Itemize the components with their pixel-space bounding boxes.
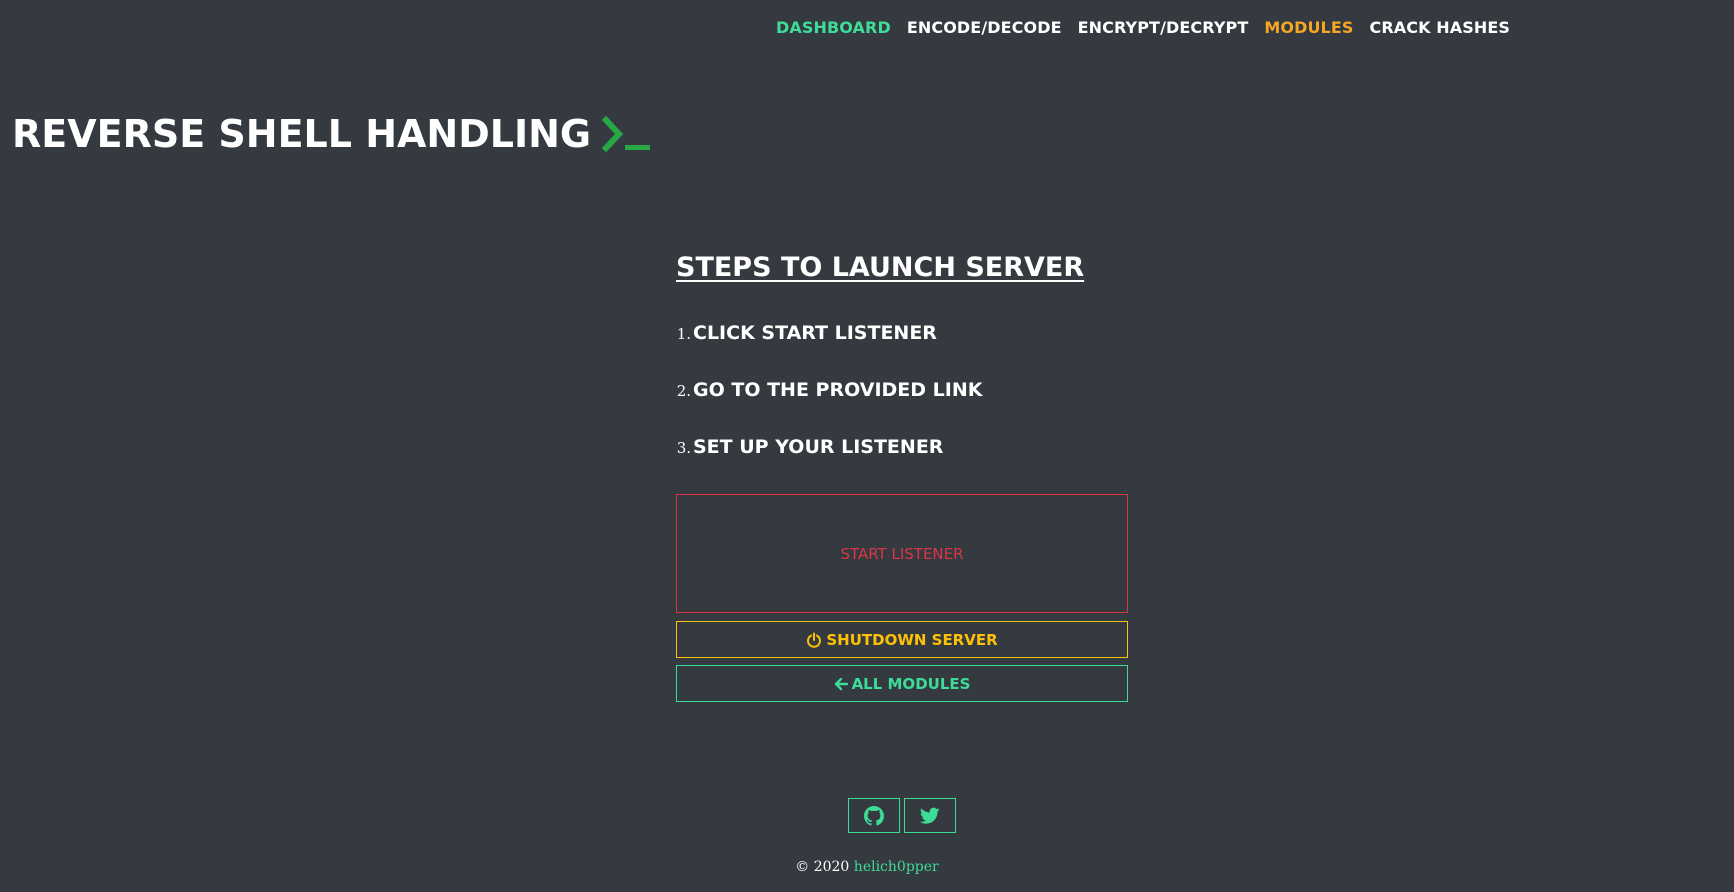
social-links	[848, 798, 956, 833]
page-title: REVERSE SHELL HANDLING	[12, 112, 655, 156]
footer-copyright: © 2020	[795, 859, 850, 875]
arrow-left-icon	[834, 677, 848, 690]
nav-encrypt-decrypt[interactable]: ENCRYPT/DECRYPT	[1078, 18, 1249, 37]
step-number: 2.	[676, 382, 691, 400]
nav-dashboard[interactable]: DASHBOARD	[776, 18, 891, 37]
all-modules-label: ALL MODULES	[851, 674, 971, 693]
github-button[interactable]	[848, 798, 900, 833]
step-number: 3.	[676, 439, 691, 457]
page-title-text: REVERSE SHELL HANDLING	[12, 112, 592, 156]
steps-heading: STEPS TO LAUNCH SERVER	[676, 252, 1085, 283]
nav-crack-hashes[interactable]: CRACK HASHES	[1370, 18, 1511, 37]
step-text: GO TO THE PROVIDED LINK	[693, 379, 983, 401]
all-modules-button[interactable]: ALL MODULES	[676, 665, 1128, 702]
twitter-button[interactable]	[904, 798, 956, 833]
footer: © 2020 helich0pper	[0, 859, 1734, 875]
start-listener-button[interactable]: START LISTENER	[676, 494, 1128, 613]
terminal-prompt-icon	[601, 112, 655, 156]
steps-section: STEPS TO LAUNCH SERVER 1. CLICK START LI…	[676, 252, 1136, 458]
step-number: 1.	[676, 325, 691, 343]
nav-modules[interactable]: MODULES	[1264, 18, 1353, 37]
step-text: CLICK START LISTENER	[693, 322, 937, 344]
power-icon	[807, 632, 822, 648]
step-item: 1. CLICK START LISTENER	[676, 322, 937, 344]
footer-author-link[interactable]: helich0pper	[854, 859, 939, 875]
start-listener-label: START LISTENER	[840, 544, 964, 563]
step-item: 2. GO TO THE PROVIDED LINK	[676, 379, 983, 401]
shutdown-server-button[interactable]: SHUTDOWN SERVER	[676, 621, 1128, 658]
github-icon	[864, 805, 884, 826]
nav-encode-decode[interactable]: ENCODE/DECODE	[907, 18, 1062, 37]
step-text: SET UP YOUR LISTENER	[693, 436, 944, 458]
step-item: 3. SET UP YOUR LISTENER	[676, 436, 944, 458]
twitter-icon	[920, 807, 940, 824]
shutdown-server-label: SHUTDOWN SERVER	[826, 630, 998, 649]
top-nav: DASHBOARD ENCODE/DECODE ENCRYPT/DECRYPT …	[776, 18, 1510, 37]
